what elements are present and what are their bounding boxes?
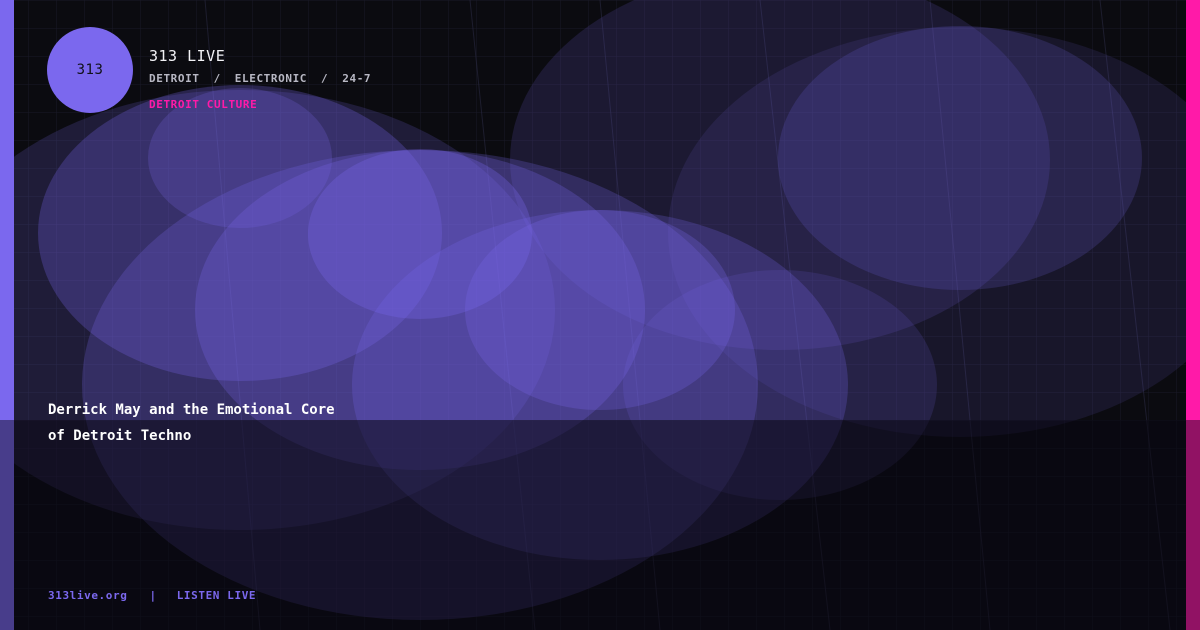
listen-live-link[interactable]: LISTEN LIVE bbox=[177, 589, 256, 602]
tag-separator: / bbox=[321, 72, 329, 85]
left-accent-bar bbox=[0, 0, 14, 630]
station-name: 313 LIVE bbox=[149, 47, 226, 65]
tag-schedule: 24-7 bbox=[342, 72, 372, 85]
station-tags: DETROIT / ELECTRONIC / 24-7 bbox=[149, 72, 371, 85]
logo-badge: 313 bbox=[47, 27, 133, 113]
tag-genre: ELECTRONIC bbox=[234, 72, 308, 85]
article-headline: Derrick May and the Emotional Core of De… bbox=[48, 397, 468, 449]
footer-divider: | bbox=[149, 589, 157, 602]
logo-text: 313 bbox=[76, 62, 104, 78]
headline-line-1: Derrick May and the Emotional Core bbox=[48, 402, 335, 418]
tag-separator: / bbox=[213, 72, 221, 85]
tag-city: DETROIT bbox=[149, 72, 200, 85]
headline-line-2: of Detroit Techno bbox=[48, 428, 192, 444]
footer: 313live.org | LISTEN LIVE bbox=[48, 589, 256, 602]
site-link[interactable]: 313live.org bbox=[48, 589, 127, 602]
share-card: 313 313 LIVE DETROIT / ELECTRONIC / 24-7… bbox=[0, 0, 1200, 630]
category-label: DETROIT CULTURE bbox=[149, 98, 258, 111]
right-accent-bar bbox=[1186, 0, 1200, 630]
